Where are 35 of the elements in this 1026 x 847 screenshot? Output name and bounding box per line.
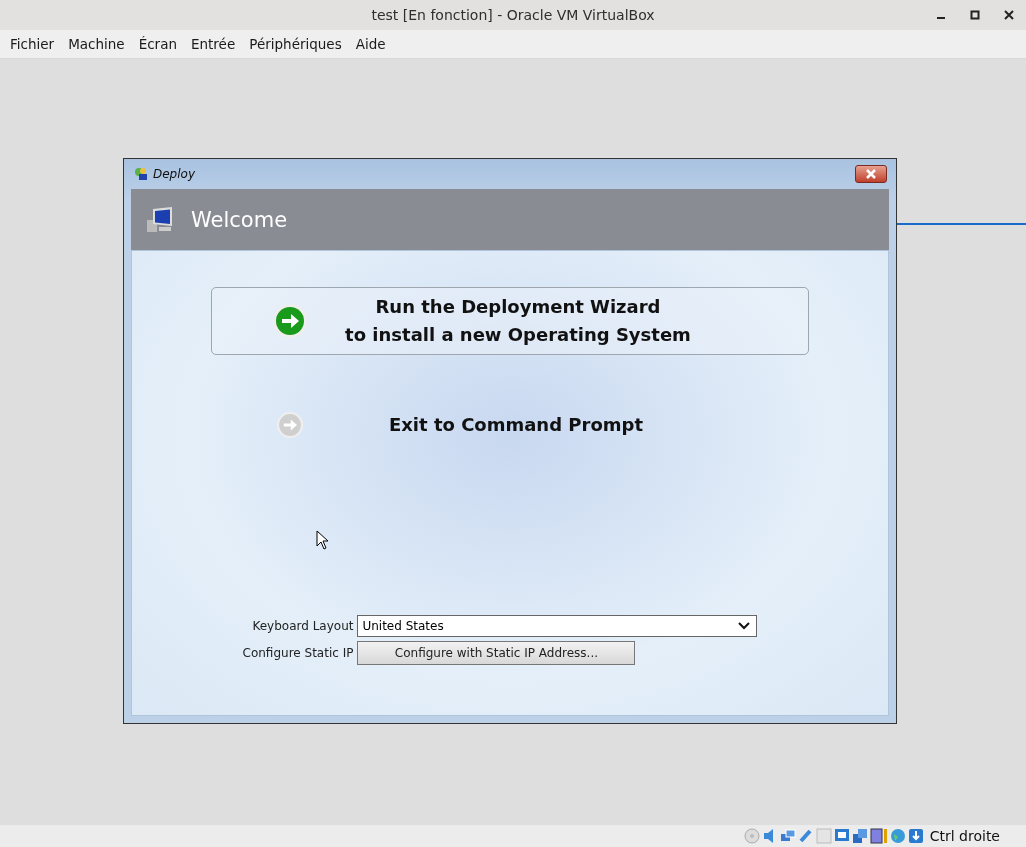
menu-item[interactable]: Fichier [10,36,55,52]
globe-icon [889,828,906,844]
download-icon [907,828,924,844]
static-ip-label: Configure Static IP [242,646,354,660]
header-title: Welcome [191,207,288,232]
windows-icon [851,828,868,844]
keyboard-layout-dropdown[interactable]: United States [357,615,758,637]
mouse-cursor-icon [316,530,330,550]
setup-icon [133,166,149,182]
arrow-icon [276,411,304,439]
option-label: Run the Deployment Wizard [375,295,661,319]
option-button[interactable]: Run the Deployment Wizard to install a new Operating System [211,287,809,355]
network-icon [779,828,796,844]
window-title: test [En fonction] - Oracle VM VirtualBox [371,7,655,23]
disc-icon [743,828,760,844]
menu-item[interactable]: Entrée [191,36,236,52]
chevron-down-icon [738,622,751,630]
close-button[interactable] [855,165,887,183]
keyboard-layout-label: Keyboard Layout [251,619,354,633]
dialog-title: Deploy [153,167,197,181]
option-button[interactable]: Exit to Command Prompt [211,391,809,459]
menu-item[interactable]: Machine [68,36,125,52]
option-label: to install a new Operating System [345,323,691,347]
menu-item[interactable]: Aide [355,36,386,52]
computer-icon [145,205,175,234]
close-icon [865,169,877,179]
cpu-icon [869,828,888,844]
display-icon [833,828,850,844]
option-label: Exit to Command Prompt [388,413,644,437]
maximize-icon[interactable] [970,10,980,20]
menu-item[interactable]: Écran [138,36,177,52]
close-icon[interactable] [1004,10,1014,20]
static-ip-button[interactable]: Configure with Static IP Address... [357,641,636,665]
host-key-label: Ctrl droite [929,828,1000,844]
menu-item[interactable]: Périphériques [249,36,342,52]
